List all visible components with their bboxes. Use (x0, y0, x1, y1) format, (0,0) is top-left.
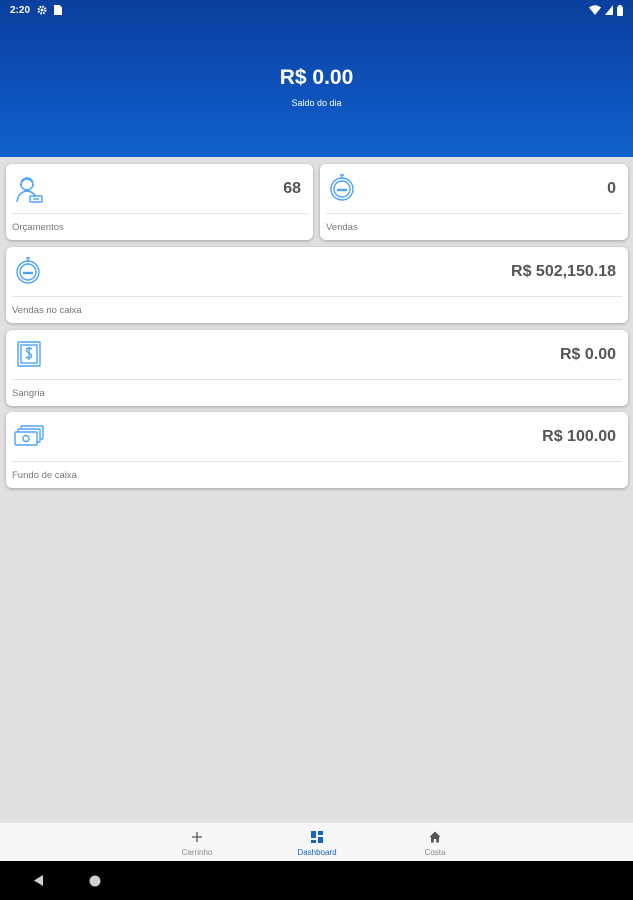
nav-carrinho-label: Carrinho (181, 848, 213, 857)
card-sangria[interactable]: R$ 0.00 Sangria (6, 330, 628, 406)
settings-icon (37, 5, 47, 15)
vendas-no-caixa-value: R$ 502,150.18 (511, 263, 616, 280)
dollar-box-icon (17, 341, 41, 367)
vendas-count: 0 (607, 180, 616, 197)
daily-balance: R$ 0.00 (279, 66, 354, 89)
system-navigation-bar (0, 861, 633, 900)
nav-dashboard[interactable]: Dashboard (272, 823, 362, 862)
home-button-icon[interactable] (89, 875, 101, 887)
card-divider (12, 461, 622, 462)
sangria-label: Sangria (12, 388, 45, 399)
card-divider (12, 296, 622, 297)
card-divider (326, 213, 622, 214)
fundo-de-caixa-label: Fundo de caixa (12, 470, 77, 481)
card-fundo-de-caixa[interactable]: R$ 100.00 Fundo de caixa (6, 412, 628, 488)
plus-icon (192, 832, 202, 842)
sangria-value: R$ 0.00 (559, 346, 616, 363)
header-banner: R$ 0.00 Saldo do dia (0, 0, 633, 157)
sale-tag-icon (16, 257, 40, 284)
card-divider (12, 213, 307, 214)
orcamentos-count: 68 (283, 180, 301, 197)
sim-card-icon (54, 5, 63, 15)
card-orcamentos[interactable]: 68 Orçamentos (6, 164, 313, 240)
card-divider (12, 379, 622, 380)
customer-service-icon (16, 177, 43, 203)
nav-costa-label: Costa (424, 848, 446, 857)
sale-tag-icon (330, 174, 354, 201)
card-vendas-no-caixa[interactable]: R$ 502,150.18 Vendas no caixa (6, 247, 628, 323)
dashboard-icon (311, 831, 323, 843)
nav-dashboard-label: Dashboard (297, 848, 337, 857)
vendas-label: Vendas (326, 222, 358, 233)
status-time: 2:20 (10, 4, 31, 16)
bottom-navigation: Carrinho Dashboard Costa (0, 822, 633, 861)
wifi-icon (589, 5, 601, 15)
fundo-de-caixa-value: R$ 100.00 (542, 428, 616, 445)
signal-icon (605, 5, 613, 15)
daily-balance-caption: Saldo do dia (291, 98, 342, 108)
orcamentos-label: Orçamentos (12, 222, 64, 233)
battery-icon (617, 4, 623, 16)
nav-carrinho[interactable]: Carrinho (152, 823, 242, 862)
nav-costa[interactable]: Costa (390, 823, 480, 862)
cash-stack-icon (14, 425, 44, 446)
back-icon[interactable] (32, 874, 44, 887)
card-vendas[interactable]: 0 Vendas (320, 164, 628, 240)
home-icon (429, 831, 441, 843)
vendas-no-caixa-label: Vendas no caixa (12, 305, 82, 316)
status-bar: 2:20 (0, 0, 633, 20)
